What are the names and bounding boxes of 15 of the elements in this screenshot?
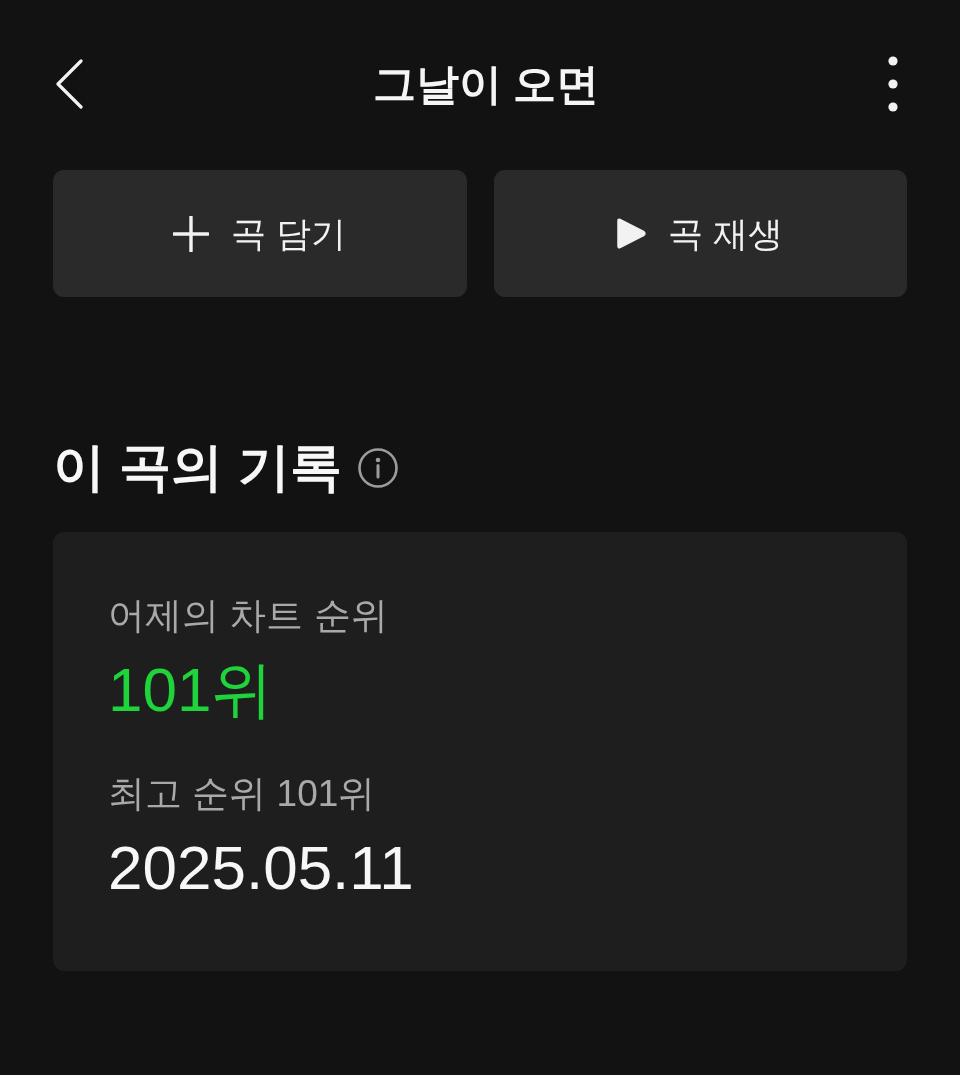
add-song-button[interactable]: 곡 담기	[53, 170, 467, 297]
more-options-button[interactable]	[886, 54, 900, 114]
info-button[interactable]	[357, 448, 398, 488]
stat-value: 2025.05.11	[108, 832, 415, 904]
play-song-button[interactable]: 곡 재생	[493, 170, 907, 297]
plus-icon	[173, 215, 210, 252]
stat-value: 101위	[108, 654, 275, 726]
more-dots-icon	[888, 56, 898, 112]
play-icon	[617, 217, 647, 250]
song-title: 그날이 오면	[372, 59, 600, 110]
stat-label: 최고 순위 101위	[108, 772, 377, 816]
section-title: 이 곡의 기록	[53, 437, 342, 498]
info-icon	[357, 448, 398, 488]
back-chevron-icon	[56, 59, 84, 109]
stat-label: 어제의 차트 순위	[108, 594, 389, 638]
